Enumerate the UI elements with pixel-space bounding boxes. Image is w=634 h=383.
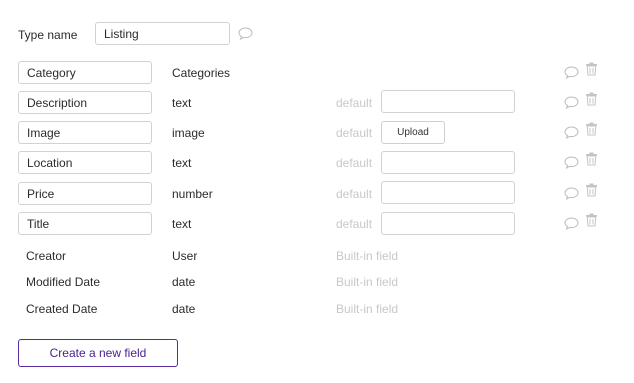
comment-icon[interactable] [564, 96, 579, 109]
trash-icon[interactable] [585, 62, 598, 76]
type-name-label: Type name [18, 28, 78, 42]
comment-icon[interactable] [564, 217, 579, 230]
comment-icon[interactable] [564, 126, 579, 139]
field-type-title: text [172, 217, 192, 231]
trash-icon[interactable] [585, 122, 598, 136]
default-value-input[interactable] [381, 181, 515, 204]
field-name-image[interactable]: Image [18, 121, 152, 144]
default-label: default [336, 126, 373, 140]
default-value-input[interactable] [381, 90, 515, 113]
builtin-field-label: Built-in field [336, 275, 399, 289]
field-name-description[interactable]: Description [18, 91, 152, 114]
comment-icon[interactable] [564, 156, 579, 169]
builtin-field-name: Created Date [26, 302, 98, 316]
builtin-field-label: Built-in field [336, 302, 399, 316]
builtin-field-type: date [172, 275, 196, 289]
type-comment-icon[interactable] [238, 27, 253, 40]
builtin-field-type: User [172, 249, 198, 263]
trash-icon[interactable] [585, 92, 598, 106]
default-label: default [336, 156, 373, 170]
comment-icon[interactable] [564, 187, 579, 200]
field-type-description: text [172, 96, 192, 110]
type-name-input[interactable]: Listing [95, 22, 230, 45]
field-name-title[interactable]: Title [18, 212, 152, 235]
default-label: default [336, 96, 373, 110]
trash-icon[interactable] [585, 213, 598, 227]
field-name-category[interactable]: Category [18, 61, 152, 84]
field-type-image: image [172, 126, 205, 140]
create-new-field-button[interactable]: Create a new field [18, 339, 178, 367]
field-name-location[interactable]: Location [18, 151, 152, 174]
default-value-input[interactable] [381, 151, 515, 174]
trash-icon[interactable] [585, 152, 598, 166]
field-type-price: number [172, 187, 213, 201]
upload-button[interactable]: Upload [381, 121, 445, 144]
builtin-field-label: Built-in field [336, 249, 399, 263]
builtin-field-type: date [172, 302, 196, 316]
builtin-field-name: Creator [26, 249, 67, 263]
default-value-input[interactable] [381, 212, 515, 235]
comment-icon[interactable] [564, 66, 579, 79]
field-type-location: text [172, 156, 192, 170]
field-type-category: Categories [172, 66, 231, 80]
field-name-price[interactable]: Price [18, 182, 152, 205]
trash-icon[interactable] [585, 183, 598, 197]
default-label: default [336, 187, 373, 201]
builtin-field-name: Modified Date [26, 275, 101, 289]
default-label: default [336, 217, 373, 231]
